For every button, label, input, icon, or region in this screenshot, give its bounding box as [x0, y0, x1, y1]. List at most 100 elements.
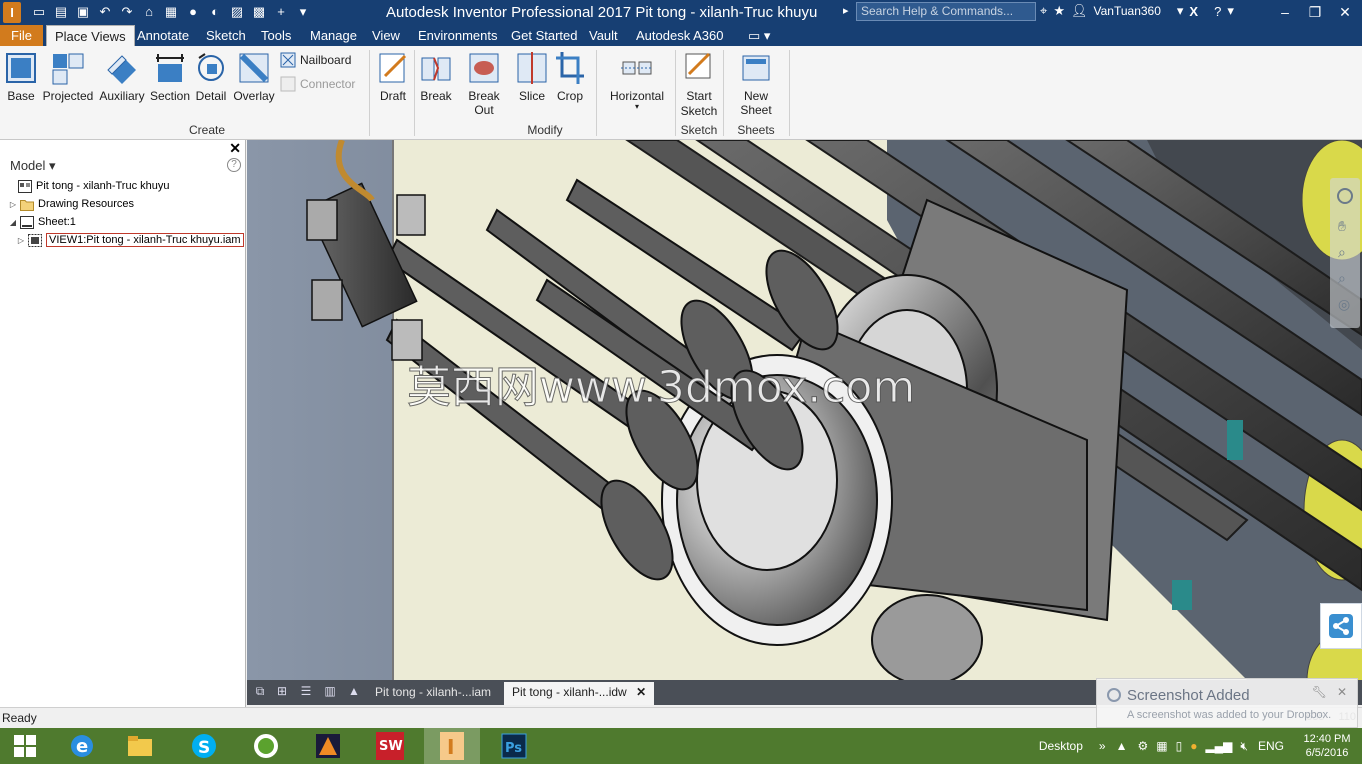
- taskbar-skype[interactable]: S: [176, 728, 232, 764]
- tab-tools[interactable]: Tools: [253, 25, 299, 46]
- taskbar-ie[interactable]: e: [54, 728, 110, 764]
- help-icon[interactable]: ?: [1214, 4, 1221, 19]
- taskbar-explorer[interactable]: [112, 728, 168, 764]
- user-name[interactable]: VanTuan360: [1094, 4, 1161, 18]
- search-input[interactable]: Search Help & Commands...: [856, 2, 1036, 21]
- close-browser-icon[interactable]: ✕: [229, 140, 241, 157]
- help-dropdown-icon[interactable]: ▾: [1227, 3, 1234, 19]
- new-sheet-button[interactable]: New Sheet: [727, 50, 785, 117]
- tab-place-views[interactable]: Place Views: [46, 25, 135, 46]
- tray-overflow-icon[interactable]: ▲: [1116, 739, 1128, 753]
- section-button[interactable]: Section: [149, 50, 191, 103]
- tile-vertical-icon[interactable]: ▥: [321, 684, 339, 700]
- network-icon[interactable]: ▂▄▆: [1205, 739, 1232, 753]
- screenshot-notification[interactable]: Screenshot Added A screenshot was added …: [1096, 678, 1358, 728]
- collapse-icon[interactable]: ◢: [8, 218, 18, 227]
- user-dropdown-icon[interactable]: ▾: [1177, 3, 1184, 19]
- cascade-windows-icon[interactable]: ⧉: [251, 684, 269, 700]
- break-out-button[interactable]: Break Out: [457, 50, 511, 117]
- overlay-button[interactable]: Overlay: [232, 50, 276, 103]
- taskbar-solidworks[interactable]: SW: [362, 728, 418, 764]
- ribbon-options-icon[interactable]: ▭ ▾: [740, 25, 778, 46]
- expand-icon[interactable]: ▷: [8, 200, 18, 209]
- notification-settings-icon[interactable]: 🔧︎: [1312, 685, 1327, 699]
- volume-icon[interactable]: 🔇︎: [1240, 739, 1248, 754]
- battery-icon[interactable]: ▯: [1176, 739, 1183, 753]
- arrange-icon[interactable]: ▲: [345, 684, 363, 700]
- tab-annotate[interactable]: Annotate: [129, 25, 197, 46]
- connector-button[interactable]: Connector: [280, 76, 355, 92]
- language-indicator[interactable]: ENG: [1258, 739, 1284, 753]
- browser-header[interactable]: Model ▾: [10, 158, 56, 174]
- draft-button[interactable]: Draft: [375, 50, 411, 103]
- tab-sketch[interactable]: Sketch: [198, 25, 254, 46]
- home-icon[interactable]: ⌂: [140, 3, 158, 21]
- start-button[interactable]: [0, 728, 50, 764]
- auxiliary-button[interactable]: Auxiliary: [98, 50, 146, 103]
- restore-icon[interactable]: ❐: [1302, 1, 1328, 23]
- taskbar-app-render[interactable]: [300, 728, 356, 764]
- close-window-icon[interactable]: ✕: [1332, 1, 1358, 23]
- look-at-icon[interactable]: ◎: [1338, 296, 1350, 313]
- nailboard-button[interactable]: Nailboard: [280, 52, 351, 68]
- undo-icon[interactable]: ↶: [96, 3, 114, 21]
- tab-view[interactable]: View: [364, 25, 408, 46]
- close-tab-icon[interactable]: ✕: [636, 685, 646, 699]
- slice-button[interactable]: Slice: [515, 50, 549, 103]
- tab-manage[interactable]: Manage: [302, 25, 365, 46]
- minimize-icon[interactable]: –: [1272, 1, 1298, 23]
- projected-button[interactable]: Projected: [42, 50, 94, 103]
- new-icon[interactable]: ▭: [30, 3, 48, 21]
- plus-icon[interactable]: +: [272, 3, 290, 21]
- redo-icon[interactable]: ↷: [118, 3, 136, 21]
- update-icon[interactable]: ▩: [250, 3, 268, 21]
- break-button[interactable]: Break: [419, 50, 453, 103]
- crop-button[interactable]: Crop: [553, 50, 587, 103]
- zoom-icon[interactable]: ⌕: [1338, 244, 1346, 261]
- base-button[interactable]: Base: [4, 50, 38, 103]
- appearance-icon[interactable]: ◐: [206, 3, 224, 21]
- binoculars-icon[interactable]: ⌖: [1040, 3, 1047, 19]
- taskbar-photoshop[interactable]: Ps: [486, 728, 542, 764]
- desktop-toolbar-label[interactable]: Desktop: [1039, 739, 1083, 753]
- tile-horizontal-icon[interactable]: ☰: [297, 684, 315, 700]
- taskbar-app-green[interactable]: [238, 728, 294, 764]
- toolbar-expand-icon[interactable]: »: [1099, 739, 1106, 753]
- pan-icon[interactable]: ✋︎: [1338, 218, 1346, 235]
- tree-item-drawing[interactable]: Pit tong - xilanh-Truc khuyu: [6, 177, 169, 195]
- detail-button[interactable]: Detail: [194, 50, 228, 103]
- zoom-window-icon[interactable]: ⌕: [1338, 270, 1346, 287]
- tab-autodesk-a360[interactable]: Autodesk A360: [628, 25, 731, 46]
- qat-dropdown-icon[interactable]: ▾: [294, 3, 312, 21]
- horizontal-dropdown-icon[interactable]: ▾: [605, 103, 669, 111]
- tray-orange-icon[interactable]: ●: [1190, 739, 1197, 753]
- exchange-icon[interactable]: X: [1189, 4, 1198, 19]
- flag-icon[interactable]: ▦: [1156, 739, 1167, 753]
- save-icon[interactable]: ▣: [74, 3, 92, 21]
- browser-help-icon[interactable]: ?: [227, 158, 241, 172]
- tree-item-sheet[interactable]: ◢ Sheet:1: [8, 213, 76, 231]
- tab-environments[interactable]: Environments: [410, 25, 505, 46]
- start-sketch-button[interactable]: Start Sketch: [679, 50, 719, 119]
- material-icon[interactable]: ●: [184, 3, 202, 21]
- tray-app-icon[interactable]: ⚙︎: [1137, 739, 1148, 753]
- inventor-logo-icon[interactable]: I: [3, 2, 21, 23]
- clock[interactable]: 12:40 PM 6/5/2016: [1292, 732, 1362, 760]
- user-icon[interactable]: 👤︎: [1071, 3, 1088, 19]
- notification-close-icon[interactable]: ✕: [1337, 685, 1347, 699]
- open-icon[interactable]: ▤: [52, 3, 70, 21]
- tab-get-started[interactable]: Get Started: [503, 25, 585, 46]
- tree-item-drawing-resources[interactable]: ▷ Drawing Resources: [8, 195, 134, 213]
- tab-vault[interactable]: Vault: [581, 25, 626, 46]
- tree-item-view1[interactable]: ▷ VIEW1:Pit tong - xilanh-Truc khuyu.iam: [16, 231, 244, 249]
- expand-icon[interactable]: ▷: [16, 236, 26, 245]
- print-icon[interactable]: ▦: [162, 3, 180, 21]
- tile-windows-icon[interactable]: ⊞: [273, 684, 291, 700]
- share-button[interactable]: [1320, 603, 1362, 649]
- doc-tab-assembly[interactable]: Pit tong - xilanh-...iam: [367, 682, 499, 705]
- taskbar-inventor[interactable]: I: [424, 728, 480, 764]
- graphics-window[interactable]: 莫西网www.3dmox.com: [247, 140, 1362, 680]
- favorites-star-icon[interactable]: ★: [1053, 3, 1065, 19]
- horizontal-button[interactable]: Horizontal ▾: [605, 50, 669, 111]
- steering-wheel-icon[interactable]: [1337, 188, 1353, 204]
